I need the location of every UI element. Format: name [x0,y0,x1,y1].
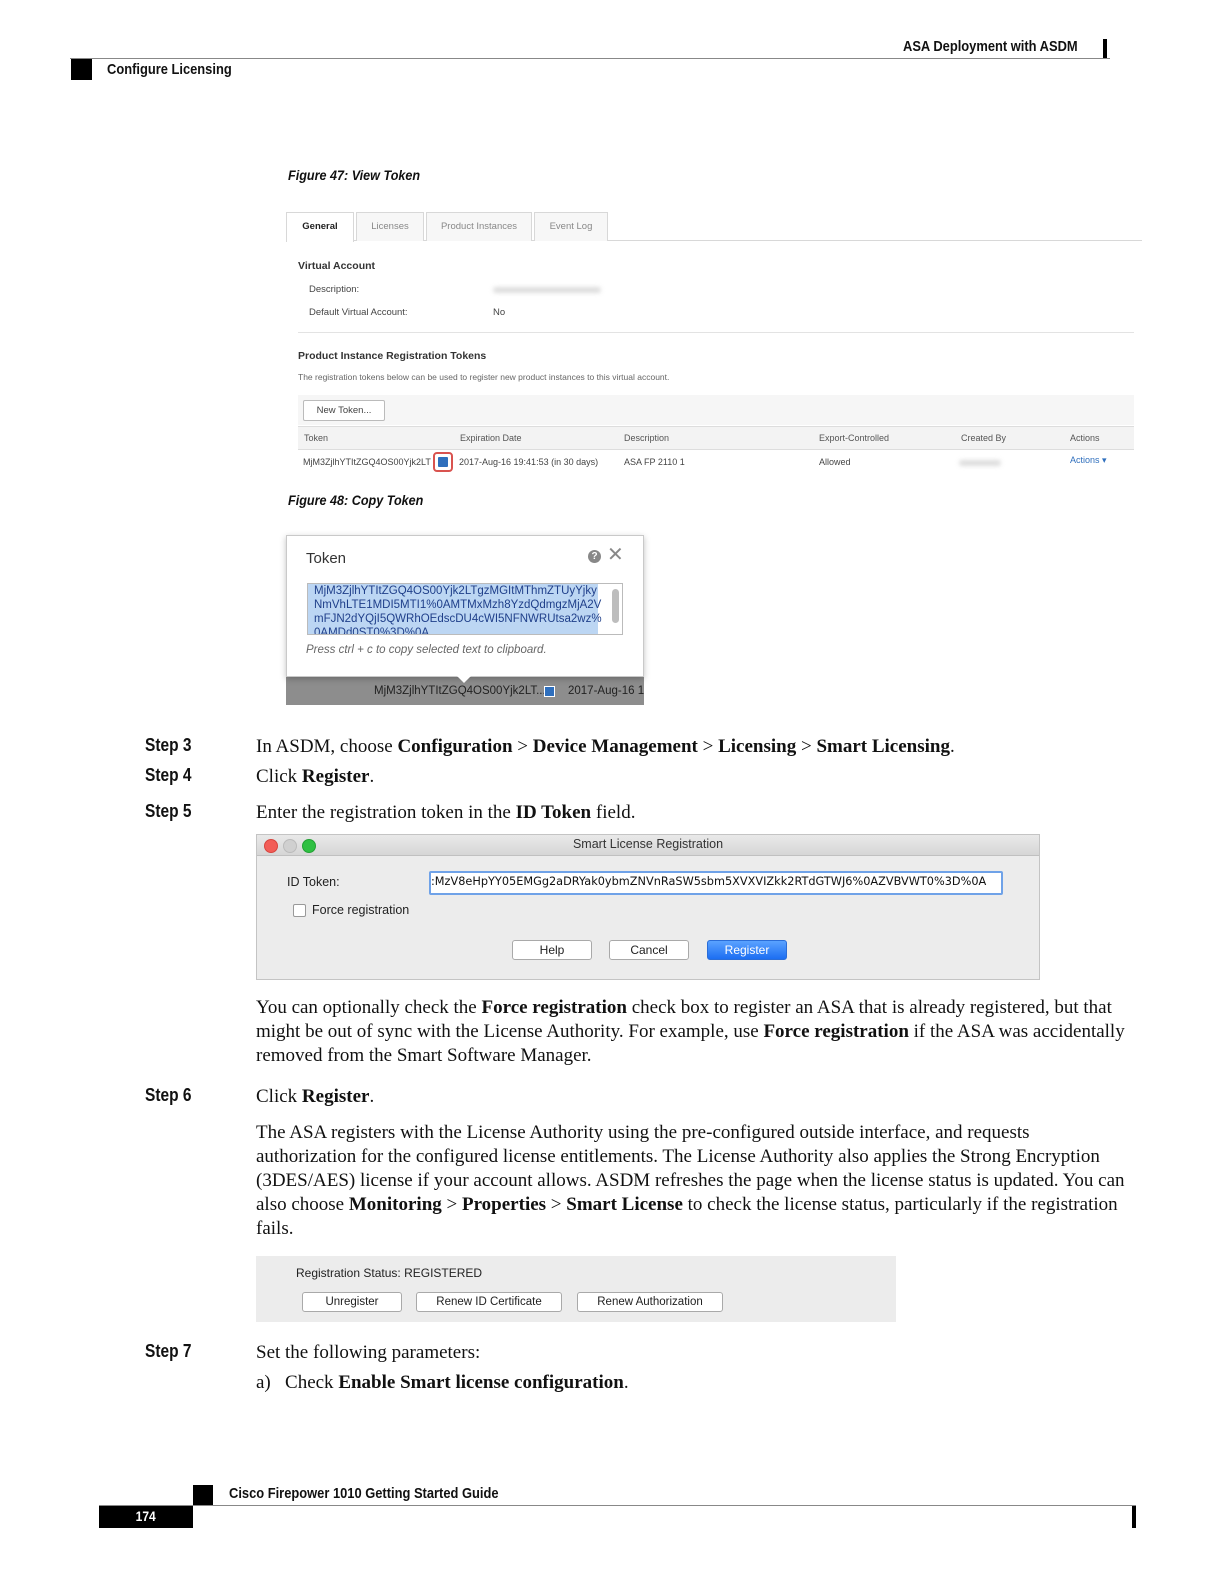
footer-right-bar [1132,1506,1136,1528]
id-token-value: :MzV8eHpYY05EMGg2aDRYak0ybmZNVnRaSW5sbm5… [431,875,987,888]
underlying-date: 2017-Aug-16 1 [568,685,645,697]
default-va-value: No [493,307,506,318]
tab-licenses[interactable]: Licenses [356,212,424,241]
token-popup: Token ? ✕ MjM3ZjlhYTItZGQ4OS00Yjk2LTgzMG… [286,535,644,677]
virtual-account-heading: Virtual Account [298,260,376,272]
force-registration-label: Force registration [312,903,410,917]
new-token-button[interactable]: New Token... [303,400,385,421]
footer-rule [99,1505,1136,1506]
step-4-label: Step 4 [145,765,192,785]
section-title: Configure Licensing [107,61,232,78]
tab-event-log[interactable]: Event Log [534,212,608,241]
smart-license-registration-dialog: Smart License Registration ID Token: :Mz… [256,834,1040,980]
description-value: ASA FP 2110 1 [624,457,685,467]
view-token-screenshot: General Licenses Product Instances Event… [286,210,1142,478]
page-number-box: 174 [99,1506,193,1528]
actions-menu[interactable]: Actions ▾ [1070,455,1107,466]
token-line: MjM3ZjlhYTItZGQ4OS00Yjk2LTgzMGItMThmZTUy… [308,584,598,598]
tokens-description: The registration tokens below can be use… [298,372,670,382]
toolbar [298,395,1134,425]
tab-general[interactable]: General [286,212,354,242]
token-line: 0AMDd0ST0%3D%0A [308,626,598,634]
copy-icon [544,686,555,697]
col-expiration: Expiration Date [460,433,522,443]
registration-status: Registration Status: REGISTERED [296,1266,482,1280]
chapter-title: ASA Deployment with ASDM [903,38,1078,55]
col-description: Description [624,433,670,443]
underlying-token: MjM3ZjlhYTItZGQ4OS00Yjk2LT... [374,685,546,697]
renew-id-certificate-button[interactable]: Renew ID Certificate [416,1292,562,1312]
step-3-text: In ASDM, choose Configuration > Device M… [256,736,955,757]
caret-down-icon: ▾ [1102,455,1107,465]
copy-token-screenshot: MjM3ZjlhYTItZGQ4OS00Yjk2LT... 2017-Aug-1… [286,535,644,705]
export-controlled-value: Allowed [819,457,851,467]
tab-product-instances[interactable]: Product Instances [426,212,532,241]
copy-token-highlight[interactable] [433,452,453,472]
figure-47-caption: Figure 47: View Token [288,167,421,183]
redacted-description [493,287,601,293]
copy-icon [438,457,448,467]
unregister-button[interactable]: Unregister [302,1292,402,1312]
help-icon[interactable]: ? [588,550,601,563]
guide-title: Cisco Firepower 1010 Getting Started Gui… [229,1485,499,1502]
close-icon[interactable]: ✕ [607,545,624,565]
help-button[interactable]: Help [512,940,592,960]
header-rule [70,58,1110,59]
renew-authorization-button[interactable]: Renew Authorization [577,1292,723,1312]
force-registration-checkbox[interactable] [293,904,306,917]
step-3-label: Step 3 [145,735,192,755]
dialog-title: Smart License Registration [572,837,724,851]
copy-hint: Press ctrl + c to copy selected text to … [306,644,547,656]
step-6-text: Click Register. [256,1086,375,1107]
col-export-controlled: Export-Controlled [819,433,890,443]
step-5-text: Enter the registration token in the ID T… [256,802,636,823]
col-created-by: Created By [961,433,1007,443]
register-button[interactable]: Register [707,940,787,960]
cancel-button[interactable]: Cancel [609,940,689,960]
col-token: Token [304,433,329,443]
step-7-label: Step 7 [145,1341,192,1361]
col-actions: Actions [1070,433,1100,443]
registration-paragraph: The ASA registers with the License Autho… [256,1122,1125,1239]
popup-pointer [456,675,472,683]
redacted-created-by [959,460,1001,466]
id-token-label: ID Token: [287,875,340,889]
figure-48-caption: Figure 48: Copy Token [288,492,424,508]
step-4-text: Click Register. [256,766,375,787]
token-line: mFJN2dYQjI5QWRhOEdscDU4cWI5NFNWRUtsa2wz% [308,612,602,626]
scrollbar[interactable] [612,589,619,623]
token-textarea[interactable]: MjM3ZjlhYTItZGQ4OS00Yjk2LTgzMGItMThmZTUy… [307,583,623,635]
step-7a-text: a) Check Enable Smart license configurat… [256,1372,629,1393]
tokens-heading: Product Instance Registration Tokens [298,350,487,362]
tab-bar: General Licenses Product Instances Event… [286,210,1142,242]
step-7-text: Set the following parameters: [256,1342,481,1363]
dialog-titlebar: Smart License Registration [257,835,1039,856]
divider [298,332,1134,333]
registration-status-value: REGISTERED [404,1266,483,1280]
expiration-value: 2017-Aug-16 19:41:53 (in 30 days) [459,457,599,467]
step-6-label: Step 6 [145,1085,192,1105]
default-va-label: Default Virtual Account: [309,307,408,318]
step-5-label: Step 5 [145,801,192,821]
popup-title: Token [306,550,347,567]
id-token-input[interactable]: :MzV8eHpYY05EMGg2aDRYak0ybmZNVnRaSW5sbm5… [429,871,1003,895]
token-table-header: Token Expiration Date Description Export… [298,426,1134,450]
description-label: Description: [309,284,360,295]
force-registration-paragraph: You can optionally check the Force regis… [256,997,1125,1066]
header-left-block [71,59,92,80]
token-line: NmVhLTE1MDI5MTI1%0AMTMxMzh8YzdQdmgzMjA2V [308,598,601,612]
page-number: 174 [135,1508,157,1524]
registration-status-panel: Registration Status: REGISTERED Unregist… [256,1256,896,1322]
token-value: MjM3ZjlhYTItZGQ4OS00Yjk2LT [303,457,431,467]
footer-block [193,1485,213,1505]
registration-status-label: Registration Status: [296,1266,401,1280]
